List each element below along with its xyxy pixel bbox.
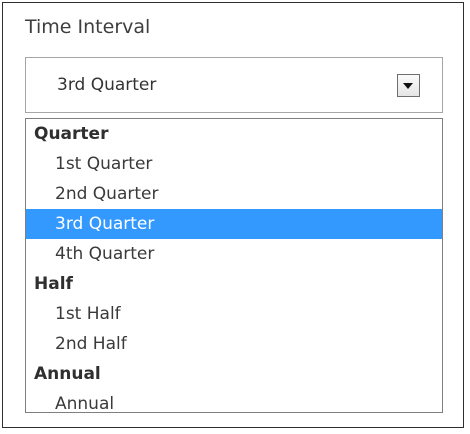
option-1st-half[interactable]: 1st Half xyxy=(26,299,442,329)
option-2nd-quarter[interactable]: 2nd Quarter xyxy=(26,179,442,209)
dropdown-button[interactable] xyxy=(397,74,420,97)
chevron-down-icon xyxy=(403,83,413,89)
option-3rd-quarter[interactable]: 3rd Quarter xyxy=(26,209,442,239)
option-4th-quarter[interactable]: 4th Quarter xyxy=(26,239,442,269)
option-1st-quarter[interactable]: 1st Quarter xyxy=(26,149,442,179)
selected-value: 3rd Quarter xyxy=(57,75,157,95)
group-label-half: Half xyxy=(34,274,73,294)
group-label-annual: Annual xyxy=(34,364,101,384)
group-label-quarter: Quarter xyxy=(34,124,109,144)
option-2nd-half[interactable]: 2nd Half xyxy=(26,329,442,359)
time-interval-panel: Time Interval 3rd Quarter Quarter 1st Qu… xyxy=(2,2,464,428)
dropdown-listbox[interactable]: Quarter 1st Quarter 2nd Quarter 3rd Quar… xyxy=(25,118,443,414)
time-interval-select[interactable]: 3rd Quarter xyxy=(25,57,443,113)
option-annual[interactable]: Annual xyxy=(26,389,442,419)
field-label: Time Interval xyxy=(25,16,151,38)
